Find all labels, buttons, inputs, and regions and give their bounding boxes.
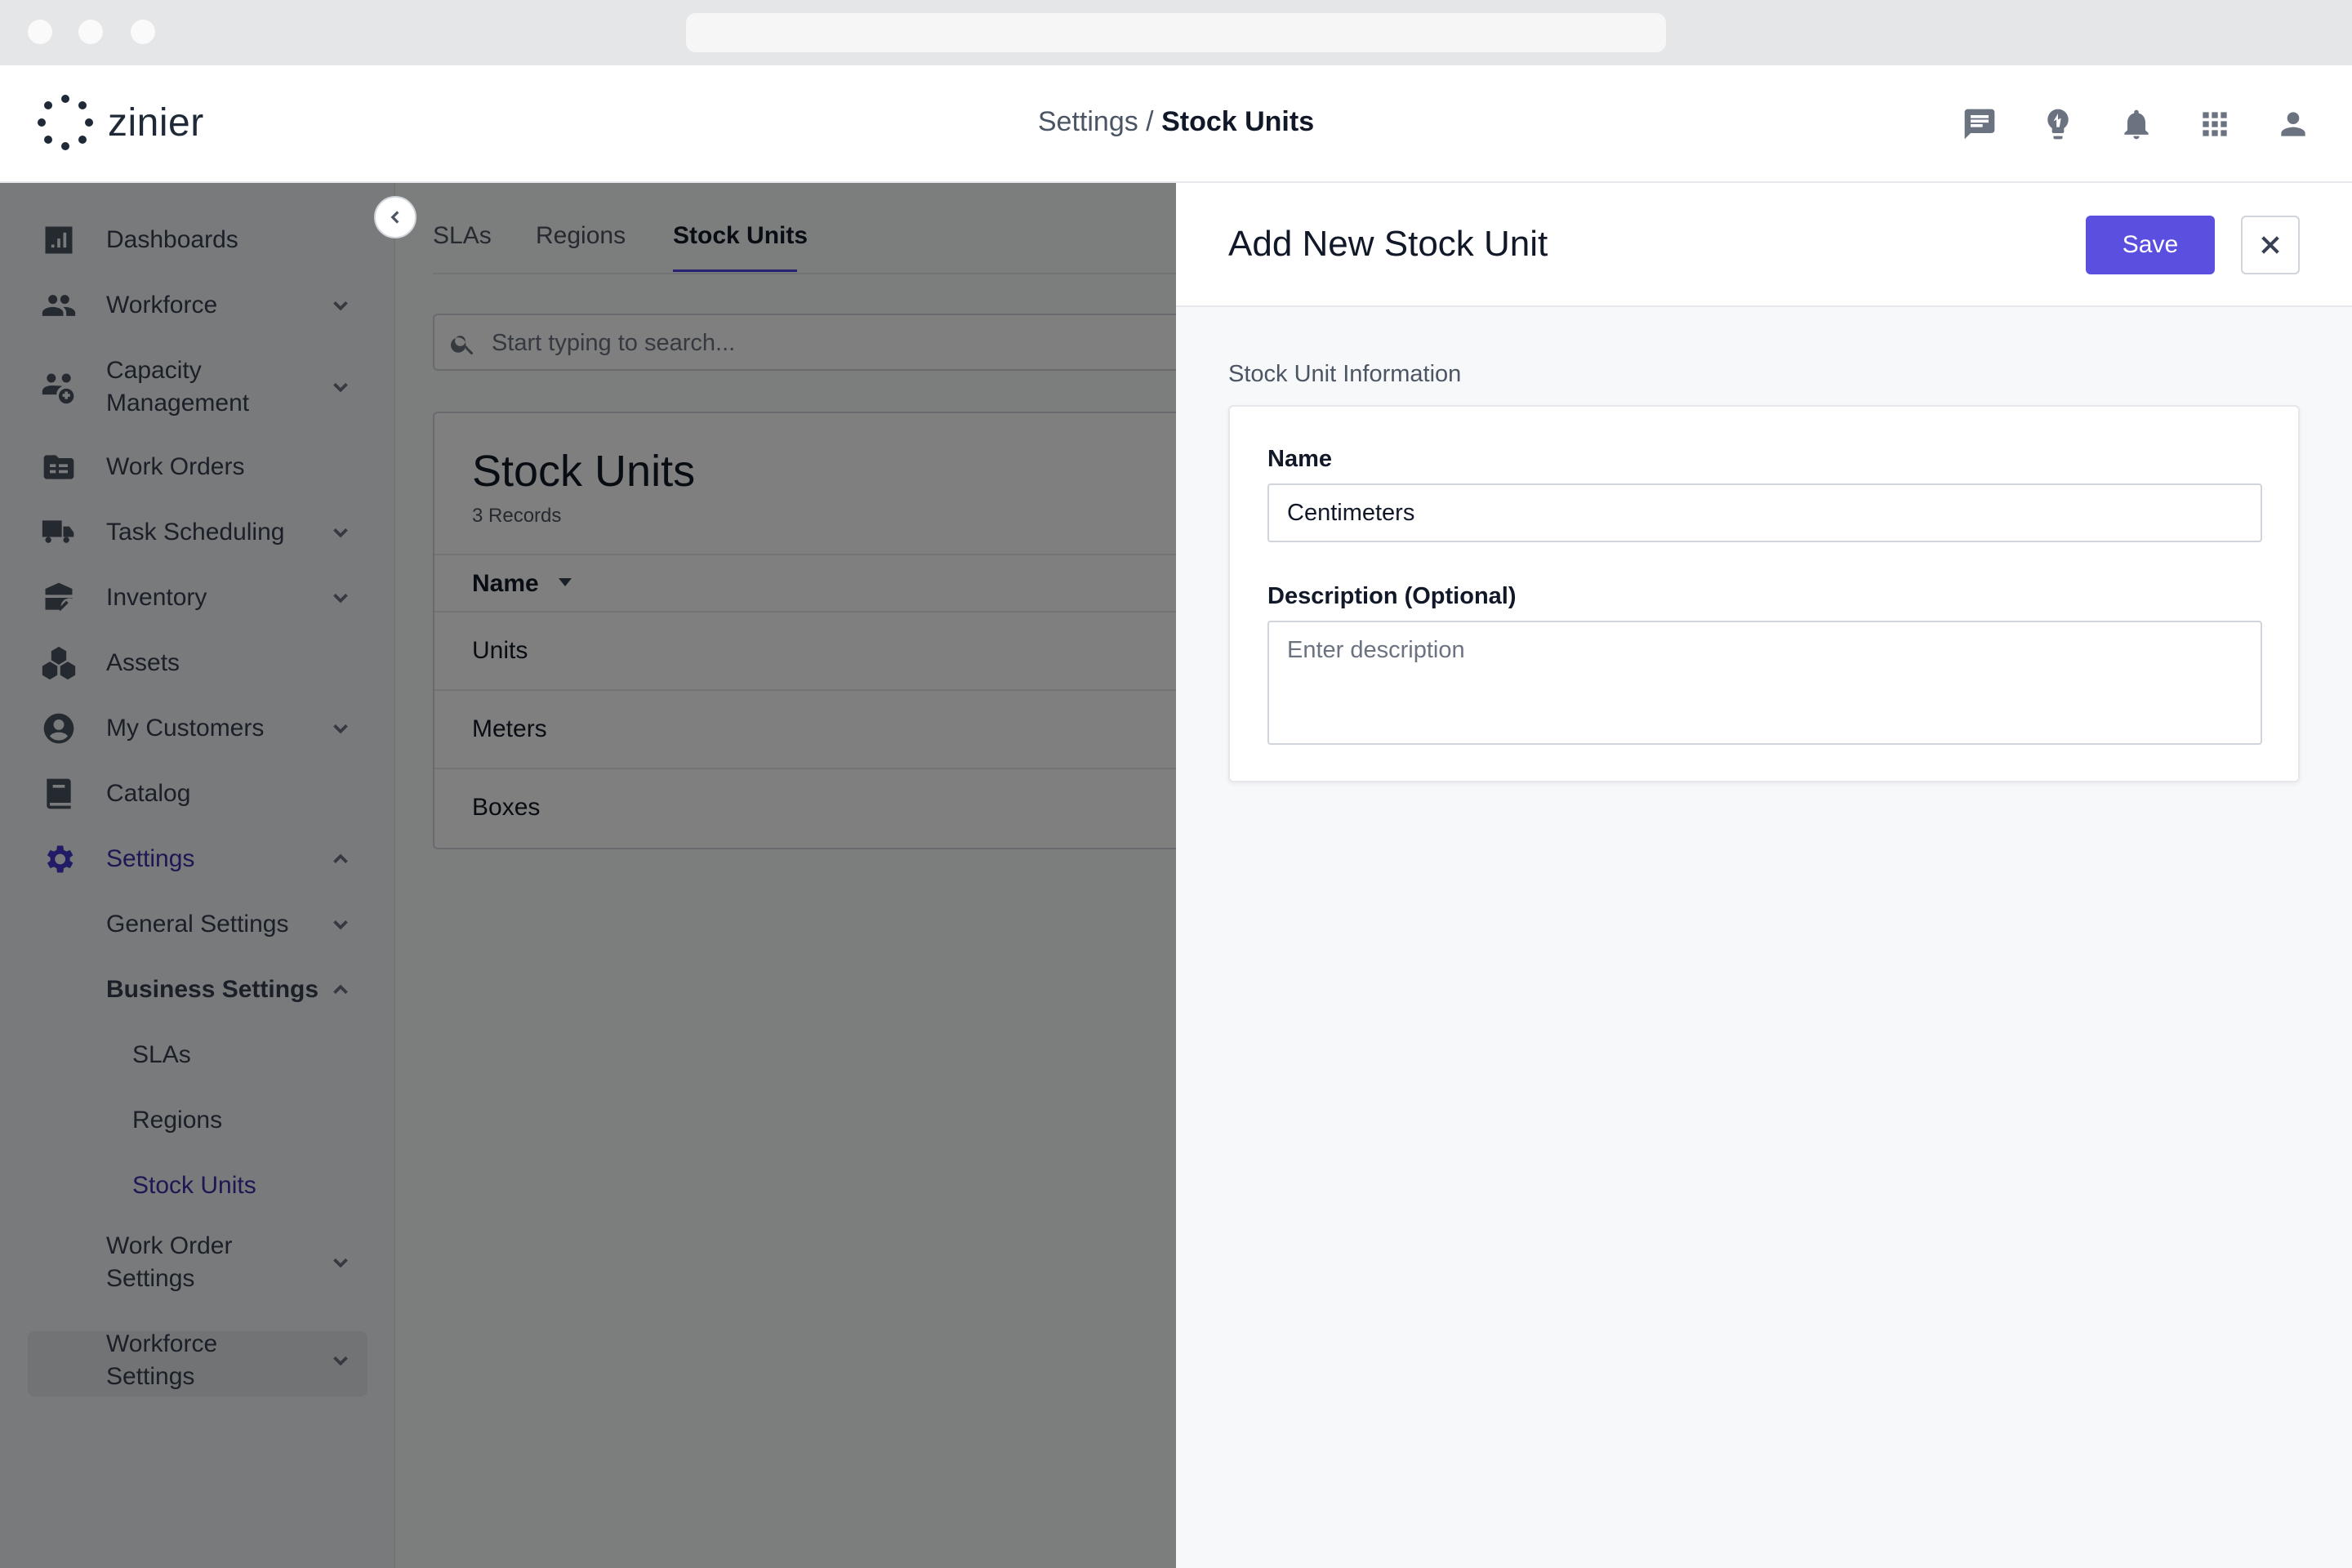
- drawer-header: Add New Stock Unit Save: [1176, 183, 2352, 307]
- chevron-left-icon: [390, 211, 399, 224]
- modal-overlay[interactable]: [0, 183, 1176, 1568]
- address-bar[interactable]: [686, 13, 1666, 52]
- chat-icon[interactable]: [1957, 101, 2002, 147]
- close-icon: [2261, 236, 2279, 254]
- user-icon[interactable]: [2270, 101, 2316, 147]
- app-header: zinier Settings / Stock Units: [0, 65, 2352, 183]
- browser-chrome: [0, 0, 2352, 65]
- breadcrumb-current: Stock Units: [1161, 106, 1315, 137]
- drawer-title: Add New Stock Unit: [1228, 224, 1548, 264]
- name-label: Name: [1267, 446, 1332, 472]
- add-stock-unit-drawer: Add New Stock Unit Save Stock Unit Infor…: [1176, 183, 2352, 1568]
- close-button[interactable]: [2241, 216, 2300, 274]
- lightbulb-icon[interactable]: [2035, 101, 2081, 147]
- breadcrumb-parent[interactable]: Settings: [1038, 106, 1138, 137]
- bell-icon[interactable]: [2114, 101, 2159, 147]
- window-maximize-dot[interactable]: [131, 20, 155, 44]
- section-label: Stock Unit Information: [1228, 361, 1462, 387]
- description-field[interactable]: [1267, 621, 2262, 745]
- breadcrumb-separator: /: [1138, 106, 1162, 137]
- window-minimize-dot[interactable]: [78, 20, 103, 44]
- name-field[interactable]: [1267, 483, 2262, 542]
- window-close-dot[interactable]: [28, 20, 52, 44]
- description-label: Description (Optional): [1267, 583, 1517, 609]
- save-button[interactable]: Save: [2086, 216, 2215, 274]
- stock-unit-form: Name Description (Optional): [1228, 405, 2300, 782]
- apps-grid-icon[interactable]: [2192, 101, 2238, 147]
- sidebar-collapse-button[interactable]: [374, 196, 416, 238]
